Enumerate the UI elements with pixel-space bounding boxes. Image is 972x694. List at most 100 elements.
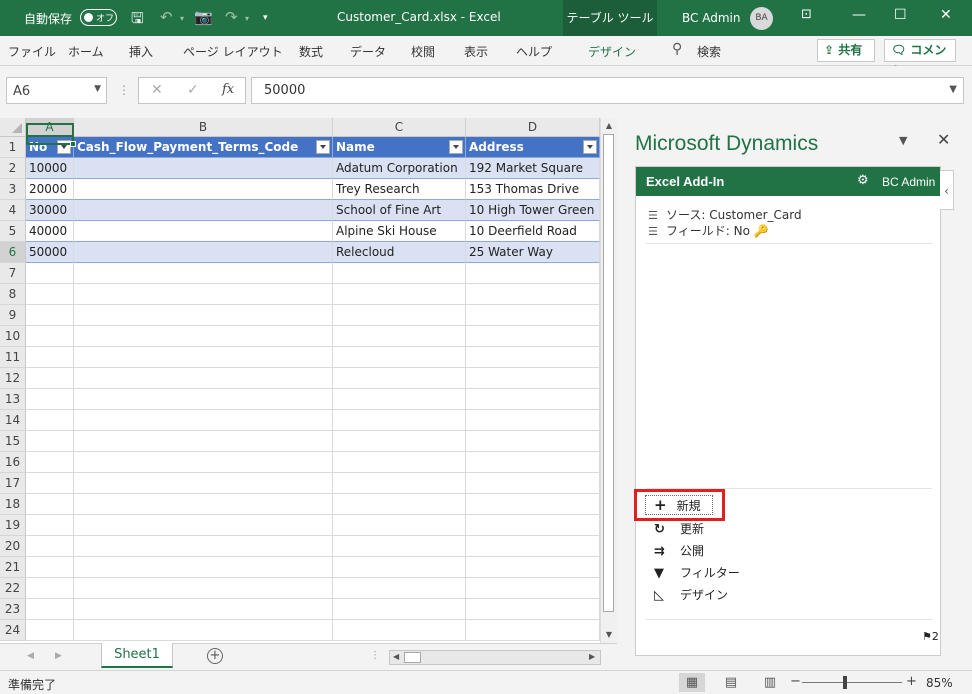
row-header[interactable]: 20 [0,536,26,557]
minimize-icon[interactable]: — [852,7,866,23]
empty-cell[interactable] [26,389,74,410]
zoom-slider-thumb[interactable] [843,676,847,689]
empty-cell[interactable] [333,473,466,494]
share-button[interactable]: ⇪ 共有 [817,39,875,62]
table-cell[interactable]: 10 High Tower Green [466,200,600,221]
row-header[interactable]: 3 [0,179,26,200]
empty-cell[interactable] [466,452,600,473]
empty-cell[interactable] [466,494,600,515]
empty-cell[interactable] [74,368,333,389]
row-header[interactable]: 15 [0,431,26,452]
tab-view[interactable]: 表示 [464,43,488,60]
row-header[interactable]: 16 [0,452,26,473]
row-header[interactable]: 14 [0,410,26,431]
table-header-cell[interactable]: Cash_Flow_Payment_Terms_Code [74,137,333,158]
empty-cell[interactable] [74,620,333,641]
save-icon[interactable]: 🖫 [131,8,144,33]
empty-cell[interactable] [26,494,74,515]
table-cell[interactable]: Relecloud [333,242,466,263]
empty-cell[interactable] [26,368,74,389]
empty-cell[interactable] [74,305,333,326]
empty-cell[interactable] [74,389,333,410]
add-sheet-icon[interactable]: + [207,648,223,664]
scroll-right-icon[interactable]: ▶ [589,652,595,661]
table-cell[interactable]: 20000 [26,179,74,200]
filter-dropdown-icon[interactable] [316,140,330,154]
column-header-c[interactable]: C [333,118,466,137]
table-cell[interactable]: 192 Market Square [466,158,600,179]
empty-cell[interactable] [74,473,333,494]
scroll-left-icon[interactable]: ◀ [393,652,399,661]
empty-cell[interactable] [26,599,74,620]
empty-cell[interactable] [466,599,600,620]
insert-function-icon[interactable]: fx [222,82,234,97]
row-header[interactable]: 12 [0,368,26,389]
gear-icon[interactable]: ⚙ [857,173,869,188]
empty-cell[interactable] [466,410,600,431]
tab-page-layout[interactable]: ページ レイアウト [183,43,283,60]
empty-cell[interactable] [333,389,466,410]
table-cell[interactable] [74,179,333,200]
close-icon[interactable]: ✕ [940,7,952,23]
empty-cell[interactable] [74,452,333,473]
table-cell[interactable]: 30000 [26,200,74,221]
next-sheet-icon[interactable]: ▶ [55,651,62,661]
expand-formula-icon[interactable]: ▼ [949,84,957,95]
empty-cell[interactable] [333,368,466,389]
comment-button[interactable]: 🗨 コメント [884,39,956,78]
empty-cell[interactable] [26,305,74,326]
empty-cell[interactable] [26,473,74,494]
row-header[interactable]: 4 [0,200,26,221]
empty-cell[interactable] [466,326,600,347]
empty-cell[interactable] [333,263,466,284]
collapse-pane-icon[interactable]: ‹ [940,170,954,210]
horizontal-scrollbar[interactable]: ◀ ▶ [389,650,601,665]
scroll-up-icon[interactable]: ▲ [601,119,617,133]
page-break-view-icon[interactable]: ▥ [757,673,783,692]
empty-cell[interactable] [466,557,600,578]
empty-cell[interactable] [333,515,466,536]
zoom-slider[interactable] [802,682,902,683]
empty-cell[interactable] [74,410,333,431]
row-header[interactable]: 24 [0,620,26,641]
table-cell[interactable]: Trey Research [333,179,466,200]
empty-cell[interactable] [466,389,600,410]
empty-cell[interactable] [466,473,600,494]
empty-cell[interactable] [26,515,74,536]
zoom-level[interactable]: 85% [926,676,953,690]
table-cell[interactable]: 153 Thomas Drive [466,179,600,200]
avatar[interactable]: BA [750,7,773,30]
empty-cell[interactable] [74,578,333,599]
ribbon-display-icon[interactable]: ⊡ [801,7,812,22]
undo-dropdown-icon[interactable]: ▾ [180,14,184,23]
table-cell[interactable]: Adatum Corporation [333,158,466,179]
empty-cell[interactable] [26,263,74,284]
formula-bar-grip-icon[interactable]: ⋮ [118,83,130,97]
tab-data[interactable]: データ [350,43,386,60]
camera-icon[interactable]: 📷 [194,8,213,26]
table-cell[interactable]: 40000 [26,221,74,242]
empty-cell[interactable] [26,284,74,305]
design-action[interactable]: ◺ デザイン [654,586,728,603]
search-label[interactable]: 検索 [697,43,721,60]
table-cell[interactable]: 10 Deerfield Road [466,221,600,242]
empty-cell[interactable] [74,515,333,536]
vertical-scroll-thumb[interactable] [603,134,614,612]
filter-dropdown-icon[interactable] [449,140,463,154]
empty-cell[interactable] [26,326,74,347]
empty-cell[interactable] [333,557,466,578]
name-box[interactable]: A6 ▼ [6,77,107,104]
empty-cell[interactable] [26,410,74,431]
empty-cell[interactable] [466,305,600,326]
sheet-tab-sheet1[interactable]: Sheet1 [101,643,173,668]
row-header[interactable]: 9 [0,305,26,326]
empty-cell[interactable] [74,326,333,347]
row-header[interactable]: 2 [0,158,26,179]
normal-view-icon[interactable]: ▦ [679,673,705,692]
empty-cell[interactable] [466,284,600,305]
row-header[interactable]: 8 [0,284,26,305]
row-header[interactable]: 6 [0,242,26,263]
pane-menu-icon[interactable]: ▼ [899,134,907,147]
empty-cell[interactable] [466,515,600,536]
empty-cell[interactable] [74,557,333,578]
